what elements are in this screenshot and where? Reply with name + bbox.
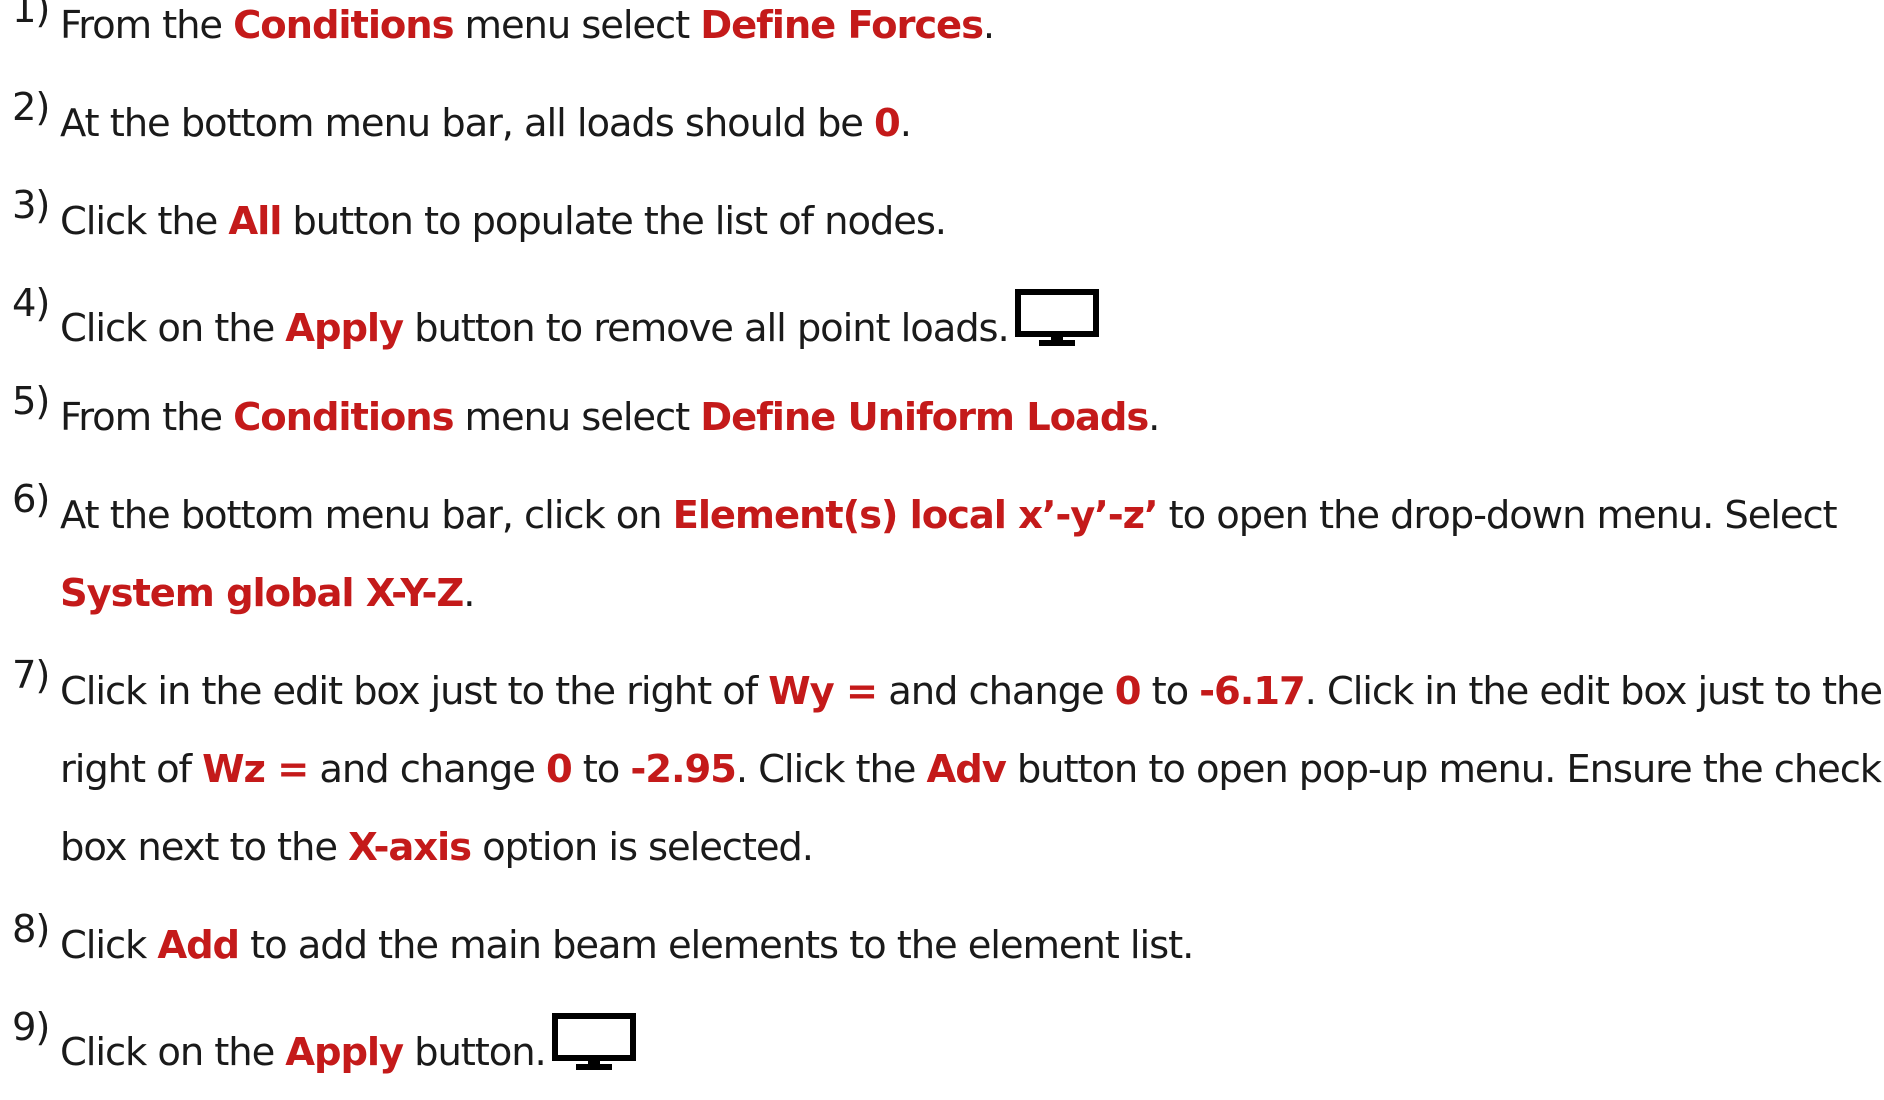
step-2: 2) At the bottom menu bar, all loads sho…: [12, 85, 912, 163]
step-text: to add the main beam elements to the ele…: [239, 923, 1194, 968]
value-highlight: -2.95: [630, 747, 737, 792]
value-highlight: 0: [545, 747, 573, 792]
step-text: Click in the edit box just to the right …: [60, 669, 769, 714]
button-name: All: [228, 199, 282, 244]
step-text: button to open pop-up menu. Ensure the c…: [1005, 747, 1882, 792]
value-highlight: -6.17: [1199, 669, 1306, 714]
option-name: X-axis: [348, 825, 472, 870]
monitor-icon[interactable]: [551, 1013, 636, 1100]
field-label: Wy =: [768, 669, 878, 714]
step-text: and change: [877, 669, 1115, 714]
step-text: right of: [60, 747, 203, 792]
step-text: From the: [60, 3, 234, 48]
step-text: Click the: [60, 199, 229, 244]
step-text: box next to the: [60, 825, 349, 870]
monitor-icon[interactable]: [1014, 289, 1099, 376]
step-number: 4): [12, 281, 50, 326]
step-text: button to remove all point loads.: [403, 306, 1010, 351]
button-name: Add: [157, 923, 240, 968]
step-number: 8): [12, 907, 50, 952]
step-text: option is selected.: [470, 825, 814, 870]
button-name: Adv: [926, 747, 1007, 792]
menu-name: Conditions: [233, 395, 454, 440]
step-text: and change: [308, 747, 546, 792]
step-number: 2): [12, 85, 50, 130]
menu-name: Conditions: [233, 3, 454, 48]
step-text: Click: [60, 923, 158, 968]
dropdown-option-name: System global X-Y-Z: [60, 571, 464, 616]
step-text: .: [982, 3, 995, 48]
step-number: 3): [12, 183, 50, 228]
step-text: to: [1140, 669, 1200, 714]
step-text: . Click the: [735, 747, 927, 792]
step-text: Click on the: [60, 1030, 286, 1075]
dropdown-name: Element(s) local x’-y’-z’: [672, 493, 1159, 538]
step-text: menu select: [453, 395, 701, 440]
step-5: 5) From the Conditions menu select Defin…: [12, 379, 1160, 457]
step-text: Click on the: [60, 306, 286, 351]
step-number: 9): [12, 1005, 50, 1050]
step-1: 1) From the Conditions menu select Defin…: [12, 0, 995, 65]
step-3: 3) Click the All button to populate the …: [12, 183, 947, 261]
step-4: 4) Click on the Apply button to remove a…: [12, 281, 1099, 359]
step-7: 7) Click in the edit box just to the rig…: [12, 653, 1883, 887]
button-name: Apply: [285, 1030, 404, 1075]
step-text: button to populate the list of nodes.: [281, 199, 947, 244]
step-8: 8) Click Add to add the main beam elemen…: [12, 907, 1194, 985]
value-highlight: 0: [874, 101, 901, 146]
step-number: 6): [12, 477, 50, 522]
step-text: to: [571, 747, 631, 792]
step-9: 9) Click on the Apply button.: [12, 1005, 636, 1083]
step-text: button.: [403, 1030, 547, 1075]
step-6: 6) At the bottom menu bar, click on Elem…: [12, 477, 1838, 633]
step-text: At the bottom menu bar, all loads should…: [60, 101, 875, 146]
menu-item-name: Define Forces: [700, 3, 984, 48]
step-text: menu select: [453, 3, 701, 48]
step-number: 5): [12, 379, 50, 424]
menu-item-name: Define Uniform Loads: [700, 395, 1149, 440]
step-number: 1): [12, 0, 50, 32]
step-text: .: [463, 571, 475, 616]
step-text: At the bottom menu bar, click on: [60, 493, 673, 538]
step-number: 7): [12, 653, 50, 698]
step-text: . Click in the edit box just to the: [1304, 669, 1883, 714]
value-highlight: 0: [1114, 669, 1142, 714]
button-name: Apply: [285, 306, 404, 351]
step-text: .: [899, 101, 912, 146]
field-label: Wz =: [202, 747, 309, 792]
step-text: to open the drop-down menu. Select: [1157, 493, 1838, 538]
step-text: From the: [60, 395, 234, 440]
step-text: .: [1148, 395, 1160, 440]
